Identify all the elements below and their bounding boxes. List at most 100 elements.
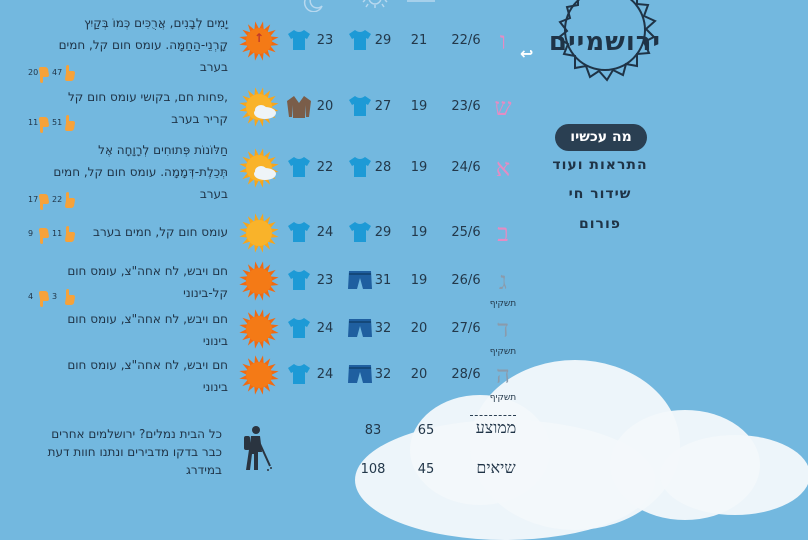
forecast-note: תשקיף [489, 393, 517, 403]
nav-alerts[interactable]: התראות ועוד [535, 157, 665, 173]
shorts-icon [347, 363, 377, 387]
jacket-icon [286, 95, 316, 119]
description-line: בינוני [202, 334, 228, 348]
tshirt-icon [347, 29, 377, 53]
description-line: חם ויבש, לח אחה"צ, עומס חום [67, 358, 228, 372]
tshirt-icon [286, 156, 316, 180]
shorts-icon [347, 317, 377, 341]
user-poll[interactable]: 20 47 [28, 64, 88, 84]
low-temp: 20 [410, 321, 428, 336]
poll-count-up: 51 [52, 118, 63, 127]
date: 23/6 [451, 99, 481, 114]
thumb-down-icon[interactable] [36, 114, 50, 134]
nav-forum[interactable]: פורום [535, 216, 665, 232]
sunrise-icon [407, 0, 435, 16]
day-letter: א [495, 154, 511, 182]
up-arrow-icon: ↑ [254, 31, 265, 45]
date: 27/6 [451, 321, 481, 336]
poll-count-up: 3 [52, 292, 58, 301]
date: 28/6 [451, 367, 481, 382]
day-letter: ש [494, 93, 512, 121]
description-line: חַלּוֹנוֹת פְּתוּחִים לְרָוָחָה אֶל [98, 143, 228, 157]
average-label: ממוצע [475, 418, 517, 437]
records-label: שיאים [476, 458, 516, 477]
average-high: 83 [364, 423, 382, 438]
forecast-description: חם ויבש, לח אחה"צ, עומס חום בינוני [20, 308, 228, 352]
forecast-row[interactable]: א 24/6 19 28 22 חַלּוֹנוֹת פְּתוּחִים לְרָוָח… [0, 143, 520, 210]
forecast-row[interactable]: ש 23/6 19 27 20 פחות חם, בקושי עומס חום קל, קר… [0, 84, 520, 144]
sun-hot-icon [238, 354, 280, 396]
exterminator-promo[interactable]: כל הבית נמלים? ירושלמים אחרים כבר בדקו מ… [20, 425, 222, 479]
poll-count-down: 9 [28, 229, 34, 238]
tshirt-icon [347, 221, 377, 245]
shorts-icon [347, 269, 377, 293]
promo-line: במידרג [185, 463, 222, 477]
tshirt-icon [347, 95, 377, 119]
thumb-up-icon[interactable] [62, 114, 76, 134]
tshirt-icon [286, 269, 316, 293]
low-temp: 21 [410, 33, 428, 48]
average-low: 65 [417, 423, 435, 438]
low-temp: 19 [410, 225, 428, 240]
tshirt-icon [286, 29, 316, 53]
sun-hot-icon: ↑ [238, 20, 280, 62]
day-letter: ה [496, 361, 510, 389]
description-line: בינוני [202, 380, 228, 394]
user-poll[interactable]: 11 51 [28, 114, 88, 134]
user-poll[interactable]: 17 22 [28, 191, 88, 211]
divider [470, 415, 516, 416]
nav-live[interactable]: שידור חי [535, 186, 665, 202]
background-cloud [660, 435, 808, 515]
date: 26/6 [451, 273, 481, 288]
thumb-down-icon[interactable] [36, 225, 50, 245]
description-line: יָמִים לְבָנִים, אֲרֻכִּים כְּמוֹ בְּקַי… [84, 16, 228, 30]
logo-title[interactable]: ירושמיים [545, 27, 665, 57]
thumb-down-icon[interactable] [36, 191, 50, 211]
poll-count-down: 4 [28, 292, 34, 301]
day-letter: ו [499, 27, 507, 55]
user-poll[interactable]: 43 [28, 288, 88, 308]
tshirt-icon [286, 363, 316, 387]
low-temp: 19 [410, 160, 428, 175]
poll-count-up: 11 [52, 229, 63, 238]
day-letter: ד [497, 315, 509, 343]
moon-icon [302, 0, 326, 16]
thumb-down-icon[interactable] [36, 288, 50, 308]
date: 22/6 [451, 33, 481, 48]
thumb-up-icon[interactable] [62, 64, 76, 84]
day-letter: ב [497, 219, 509, 247]
sun-icon [238, 212, 280, 254]
sun-hot-icon [238, 308, 280, 350]
now-button[interactable]: מה עכשיו [555, 124, 647, 151]
description-line: קָרְנֵי-הַחַמָּה. עומס חום קל, חמים [58, 38, 228, 52]
forecast-description: חם ויבש, לח אחה"צ, עומס חום בינוני [20, 354, 228, 398]
record-high: 108 [360, 462, 386, 477]
record-low: 45 [417, 462, 435, 477]
forecast-row[interactable]: ה תשקיף 28/6 20 32 24 חם ויבש, לח אחה"צ, עומס … [0, 352, 520, 412]
sun-outline-icon [360, 0, 390, 16]
poll-count-up: 22 [52, 195, 63, 204]
sun-cloud-icon [238, 147, 280, 189]
sun-cloud-icon [238, 86, 280, 128]
poll-count-up: 47 [52, 68, 63, 77]
low-temp: 19 [410, 273, 428, 288]
forecast-row[interactable]: ו 22/6 21 29 23 ↑ יָמִים לְבָנִים, אֲרֻכִּים כ… [0, 16, 520, 83]
thumb-up-icon[interactable] [62, 225, 76, 245]
tshirt-icon [286, 221, 316, 245]
date: 24/6 [451, 160, 481, 175]
exterminator-icon[interactable] [238, 424, 274, 476]
thumb-down-icon[interactable] [36, 64, 50, 84]
low-temp: 20 [410, 367, 428, 382]
thumb-up-icon[interactable] [62, 191, 76, 211]
thumb-up-icon[interactable] [62, 288, 76, 308]
day-letter: ג [499, 267, 507, 295]
user-poll[interactable]: 9 11 [28, 225, 88, 245]
date: 25/6 [451, 225, 481, 240]
low-temp: 19 [410, 99, 428, 114]
promo-line: כבר בדקו מדבירים ונתנו חוות דעת [47, 445, 222, 459]
description-line: תְּכֵלֶת-דְּמָמָה. עומס חום קל, חמים [53, 165, 228, 179]
sun-hot-icon [238, 260, 280, 302]
tshirt-icon [286, 317, 316, 341]
back-arrow-icon[interactable]: ↩ [520, 44, 533, 63]
promo-line: כל הבית נמלים? ירושלמים אחרים [51, 427, 222, 441]
